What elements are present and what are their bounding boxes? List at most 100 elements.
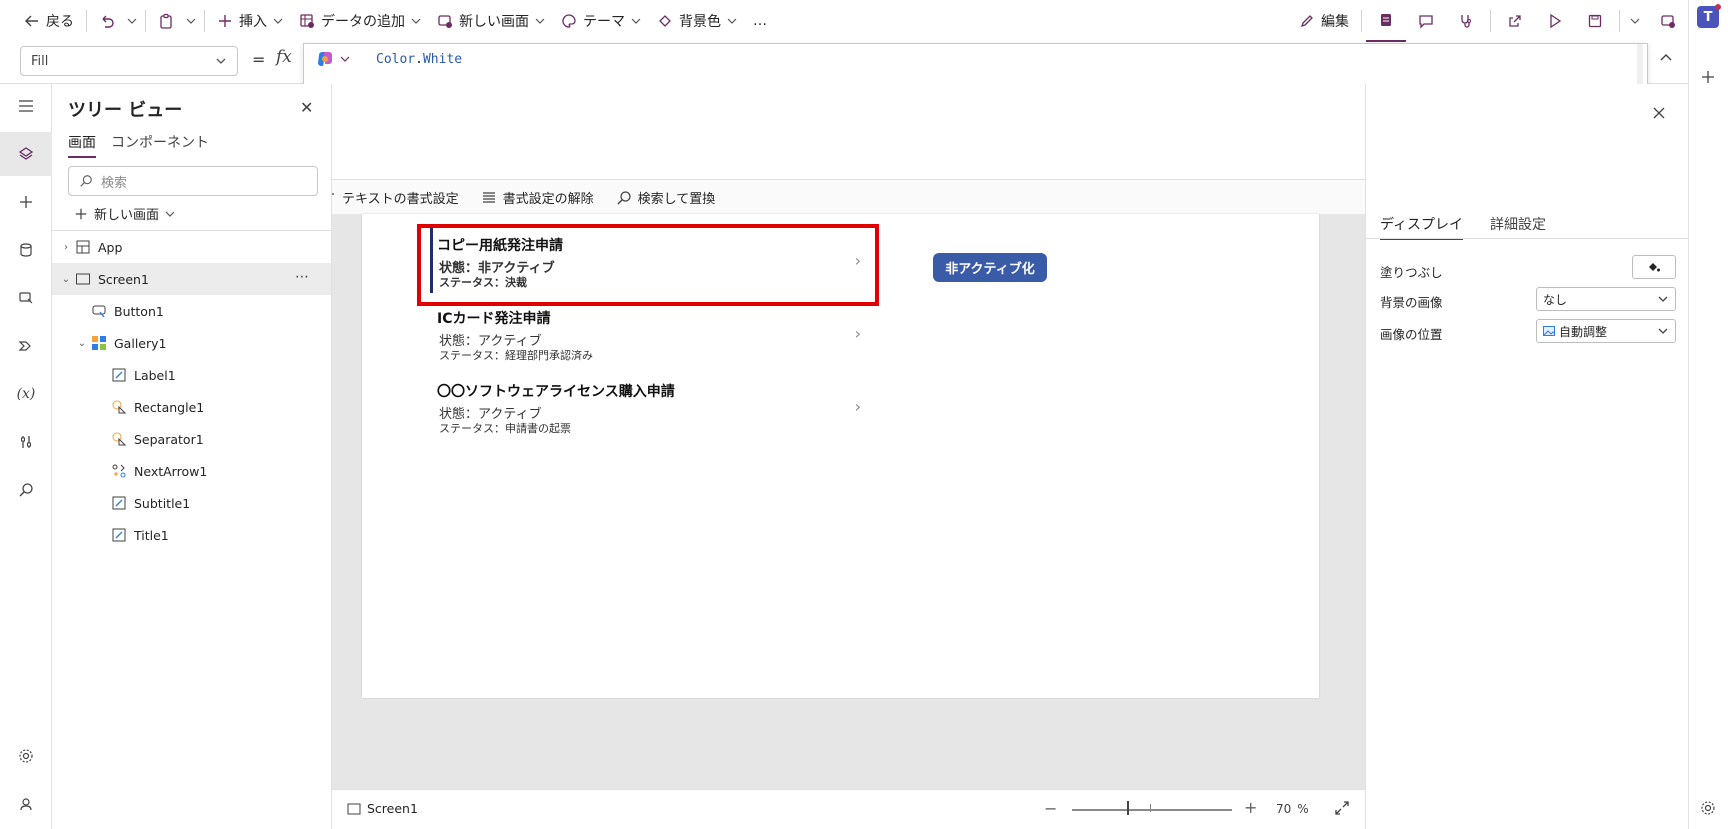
settings-rail-button[interactable] [0, 734, 52, 778]
format-text-button[interactable]: テキストの書式設定 [312, 188, 467, 207]
comments-button[interactable] [1406, 0, 1446, 42]
tree-node-separator1[interactable]: Separator1 [52, 423, 331, 455]
insert-button[interactable]: 挿入 [209, 0, 291, 42]
tree-node-app[interactable]: › App [52, 231, 331, 263]
tab-components[interactable]: コンポーネント [111, 132, 209, 156]
edit-button[interactable]: 編集 [1291, 0, 1357, 42]
fit-to-window-button[interactable] [1334, 800, 1350, 816]
app-checker-button[interactable] [1366, 0, 1406, 42]
formula-expression[interactable]: Color.White [376, 52, 462, 67]
chevron-down-icon [1658, 328, 1668, 334]
chevron-right-icon[interactable]: › [855, 251, 861, 270]
hamburger-menu-button[interactable] [0, 84, 52, 128]
media-rail-button[interactable] [0, 276, 52, 320]
advanced-tools-rail-button[interactable] [0, 420, 52, 464]
screen-selector[interactable]: Screen1 [347, 801, 418, 816]
screen-name: Screen1 [367, 801, 418, 816]
tree-node-button1[interactable]: Button1 [52, 295, 331, 327]
close-properties-button[interactable] [1652, 106, 1666, 120]
screen-canvas[interactable]: コピー用紙発注申請 状態：非アクティブ ステータス：決裁 › ICカード発注申請… [362, 214, 1319, 698]
plus-icon [75, 208, 87, 219]
back-button[interactable]: 戻る [0, 0, 82, 42]
tree-node-subtitle1[interactable]: Subtitle1 [52, 487, 331, 519]
theme-button[interactable]: テーマ [553, 0, 649, 42]
deactivate-button[interactable]: 非アクティブ化 [933, 253, 1047, 282]
insert-rail-button[interactable] [0, 180, 52, 224]
app-icon [74, 238, 92, 256]
tree-node-label: App [98, 239, 123, 255]
tree-node-label1[interactable]: Label1 [52, 359, 331, 391]
remove-format-button[interactable]: 書式設定の解除 [473, 188, 602, 207]
tree-new-screen-label: 新しい画面 [94, 208, 160, 223]
tree-node-label: Rectangle1 [134, 399, 205, 415]
tree-node-gallery1[interactable]: ⌄ Gallery1 [52, 327, 331, 359]
zoom-out-button[interactable]: − [1044, 799, 1057, 818]
notification-dot [1715, 4, 1721, 10]
chevron-down-icon [1630, 18, 1640, 24]
add-app-button[interactable] [1701, 70, 1715, 84]
zoom-in-button[interactable]: + [1244, 798, 1257, 817]
copilot-button[interactable] [316, 50, 350, 68]
close-tree-button[interactable]: ✕ [300, 98, 313, 117]
gallery-item[interactable]: ICカード発注申請 状態：アクティブ ステータス：経理部門承認済み › [417, 298, 879, 371]
chevron-right-icon[interactable]: › [855, 397, 861, 416]
tree-node-rectangle1[interactable]: Rectangle1 [52, 391, 331, 423]
undo-button[interactable] [91, 0, 123, 42]
paste-dropdown[interactable] [182, 0, 200, 42]
rail-settings-button[interactable] [1700, 800, 1716, 816]
properties-panel: ディスプレイ 詳細設定 塗りつぶし 背景の画像 なし 画像の位置 自動調整 [1365, 84, 1688, 829]
power-automate-rail-button[interactable] [0, 324, 52, 368]
fill-color-picker[interactable] [1632, 255, 1676, 279]
tree-new-screen-button[interactable]: 新しい画面 [74, 204, 175, 223]
more-options-icon[interactable]: ⋯ [295, 269, 309, 285]
tree-node-screen1[interactable]: ⌄ Screen1 ⋯ [52, 263, 331, 295]
shape-icon [110, 430, 128, 448]
zoom-slider[interactable] [1072, 809, 1232, 811]
new-screen-button[interactable]: 新しい画面 [429, 0, 553, 42]
chevron-up-icon [1660, 54, 1672, 61]
tree-node-nextarrow1[interactable]: NextArrow1 [52, 455, 331, 487]
tree-node-label: Button1 [114, 303, 164, 319]
tab-screens[interactable]: 画面 [68, 132, 96, 158]
variable-icon: (𝑥) [16, 386, 36, 402]
image-position-label: 画像の位置 [1380, 327, 1443, 342]
gallery-item[interactable]: コピー用紙発注申請 状態：非アクティブ ステータス：決裁 › [417, 225, 879, 298]
zoom-slider-thumb[interactable] [1127, 801, 1129, 815]
paste-button[interactable] [150, 0, 182, 42]
tab-advanced[interactable]: 詳細設定 [1490, 214, 1546, 238]
undo-dropdown[interactable] [123, 0, 141, 42]
tab-display[interactable]: ディスプレイ [1380, 214, 1464, 240]
gallery-item[interactable]: 〇〇ソフトウェアライセンス購入申請 状態：アクティブ ステータス：申請書の起票 … [417, 371, 879, 444]
chevron-down-icon [216, 58, 226, 64]
tree-view-button[interactable] [0, 132, 52, 176]
label-control-icon [110, 494, 128, 512]
preview-button[interactable] [1535, 0, 1575, 42]
tree-search-input[interactable]: 検索 [68, 166, 318, 196]
variables-rail-button[interactable]: (𝑥) [0, 372, 52, 416]
property-dropdown[interactable]: Fill [20, 46, 238, 76]
add-data-button[interactable]: データの追加 [291, 0, 429, 42]
data-rail-button[interactable] [0, 228, 52, 272]
toolbar-divider [1361, 10, 1362, 32]
bg-image-dropdown[interactable]: なし [1536, 287, 1676, 311]
collapse-formula-button[interactable] [1658, 50, 1674, 66]
save-icon [1588, 14, 1602, 28]
publish-button[interactable] [1646, 0, 1690, 42]
tree-node-title1[interactable]: Title1 [52, 519, 331, 551]
toolbar-divider [1490, 10, 1491, 32]
database-icon [20, 243, 32, 257]
virtual-agent-rail-button[interactable] [0, 782, 52, 826]
image-position-dropdown[interactable]: 自動調整 [1536, 319, 1676, 343]
chevron-right-icon: › [64, 241, 68, 253]
share-button[interactable] [1495, 0, 1535, 42]
background-color-button[interactable]: 背景色 [649, 0, 745, 42]
save-dropdown[interactable] [1624, 0, 1646, 42]
search-rail-button[interactable] [0, 468, 52, 512]
save-button[interactable] [1575, 0, 1615, 42]
chevron-down-icon [186, 18, 196, 24]
chevron-right-icon[interactable]: › [855, 324, 861, 343]
format-text-label: テキストの書式設定 [342, 192, 459, 207]
more-button[interactable]: … [745, 0, 775, 42]
health-check-button[interactable] [1446, 0, 1486, 42]
find-replace-button[interactable]: 検索して置換 [608, 188, 724, 207]
